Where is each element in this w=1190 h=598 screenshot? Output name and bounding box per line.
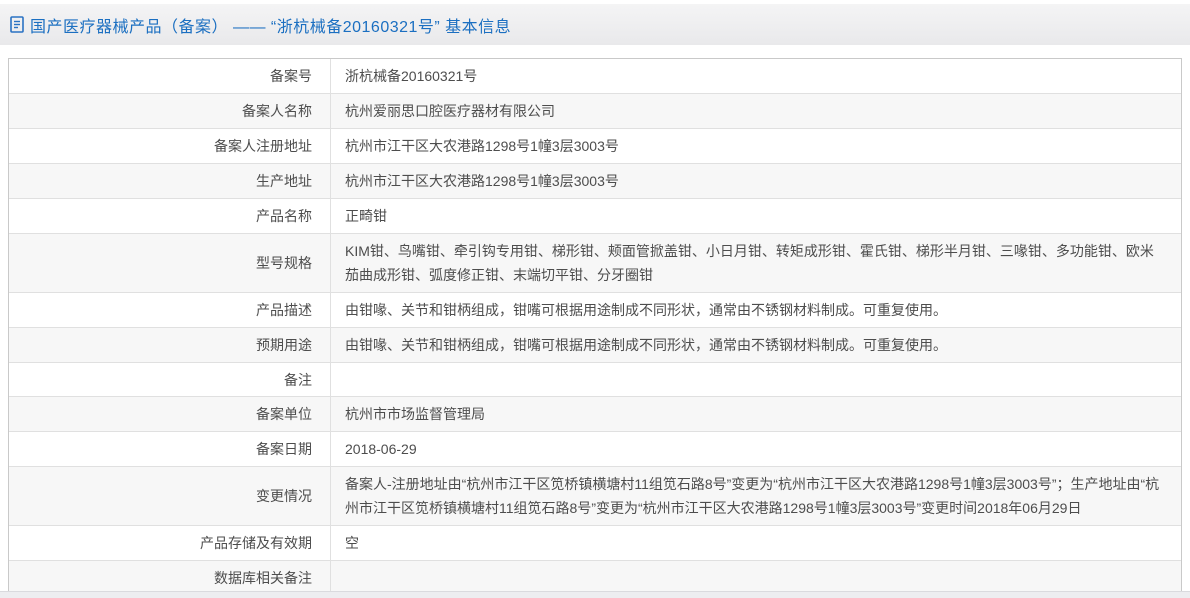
row-value: 杭州市江干区大农港路1298号1幢3层3003号 [345,173,619,189]
table-row: 备案人注册地址 杭州市江干区大农港路1298号1幢3层3003号 [9,128,1181,163]
row-value: 浙杭械备20160321号 [345,68,478,84]
table-row: 备案人名称 杭州爱丽思口腔医疗器材有限公司 [9,93,1181,128]
page-title: 国产医疗器械产品（备案） —— “浙杭械备20160321号” 基本信息 [30,18,512,36]
row-value [331,561,1181,594]
row-label: 数据库相关备注 [9,561,331,594]
table-row: 产品名称 正畸钳 [9,198,1181,233]
row-value: 2018-06-29 [345,441,417,457]
row-label: 备注 [9,363,331,396]
table-row: 备案日期 2018-06-29 [9,431,1181,466]
row-label: 备案日期 [9,432,331,466]
page-header: 国产医疗器械产品（备案） —— “浙杭械备20160321号” 基本信息 [0,4,1190,45]
row-value: 正畸钳 [345,208,387,224]
row-value [331,363,1181,396]
table-row: 备案号 浙杭械备20160321号 [9,59,1181,93]
table-row: 型号规格 KIM钳、鸟嘴钳、牵引钩专用钳、梯形钳、颊面管掀盖钳、小日月钳、转矩成形… [9,233,1181,292]
table-row: 数据库相关备注 [9,560,1181,594]
table-row: 变更情况 备案人-注册地址由“杭州市江干区笕桥镇横塘村11组笕石路8号”变更为“杭… [9,466,1181,525]
table-row: 生产地址 杭州市江干区大农港路1298号1幢3层3003号 [9,163,1181,198]
row-label: 生产地址 [9,164,331,198]
row-value: 由钳喙、关节和钳柄组成，钳嘴可根据用途制成不同形状，通常由不锈钢材料制成。可重复… [345,302,947,318]
row-value: 杭州爱丽思口腔医疗器材有限公司 [345,103,555,119]
footer-bar [0,591,1190,598]
table-row: 备案单位 杭州市市场监督管理局 [9,396,1181,431]
row-value: KIM钳、鸟嘴钳、牵引钩专用钳、梯形钳、颊面管掀盖钳、小日月钳、转矩成形钳、霍氏… [345,243,1154,283]
row-label: 产品描述 [9,293,331,327]
row-label: 备案人注册地址 [9,129,331,163]
row-label: 备案单位 [9,397,331,431]
row-value: 杭州市市场监督管理局 [345,406,485,422]
table-row: 预期用途 由钳喙、关节和钳柄组成，钳嘴可根据用途制成不同形状，通常由不锈钢材料制成… [9,327,1181,362]
row-label: 产品存储及有效期 [9,526,331,560]
table-row: 产品存储及有效期空 [9,525,1181,560]
table-row: 产品描述 由钳喙、关节和钳柄组成，钳嘴可根据用途制成不同形状，通常由不锈钢材料制成… [9,292,1181,327]
document-icon [10,16,24,33]
row-label: 备案号 [9,59,331,93]
row-label: 产品名称 [9,199,331,233]
row-value: 备案人-注册地址由“杭州市江干区笕桥镇横塘村11组笕石路8号”变更为“杭州市江干… [345,476,1160,516]
row-label: 备案人名称 [9,94,331,128]
row-label: 变更情况 [9,467,331,525]
table-row: 备注 [9,362,1181,396]
row-value: 空 [345,535,359,551]
info-table: 备案号 浙杭械备20160321号 备案人名称 杭州爱丽思口腔医疗器材有限公司 备案人注… [8,58,1182,595]
row-label: 预期用途 [9,328,331,362]
row-label: 型号规格 [9,234,331,292]
row-value: 杭州市江干区大农港路1298号1幢3层3003号 [345,138,619,154]
row-value: 由钳喙、关节和钳柄组成，钳嘴可根据用途制成不同形状，通常由不锈钢材料制成。可重复… [345,337,947,353]
